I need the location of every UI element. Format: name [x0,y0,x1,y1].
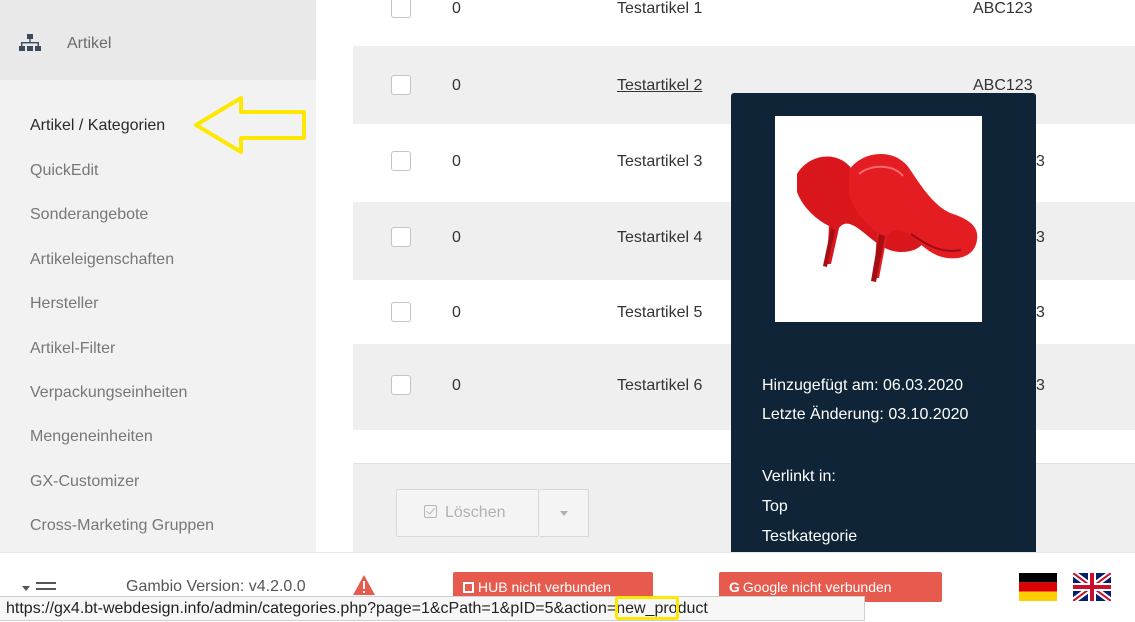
sidebar-item-hersteller[interactable]: Hersteller [30,295,98,313]
row-checkbox[interactable] [391,227,411,247]
delete-button-label: Löschen [445,504,506,521]
row-product-name[interactable]: Testartikel 3 [617,153,702,171]
row-product-code: ABC123 [973,0,1033,17]
share-icon [463,582,474,593]
row-quantity: 0 [452,377,461,394]
bulk-action-dropdown-button[interactable] [540,489,589,537]
row-quantity: 0 [452,0,461,17]
delete-button-body: Löschen [397,490,539,536]
row-product-name[interactable]: Testartikel 1 [617,0,702,18]
highlight-arrow-icon [194,96,306,154]
row-product-name[interactable]: Testartikel 4 [617,229,702,247]
popover-added-date: Hinzugefügt am: 06.03.2020 [762,377,964,394]
popover-linked-heading: Verlinkt in: [762,468,836,485]
google-status-label: Google nicht verbunden [742,579,892,595]
product-image [775,116,982,322]
url-highlight-box [615,596,679,620]
sidebar: Artikel Artikel / Kategorien QuickEdit S… [0,0,316,552]
flag-uk-icon[interactable] [1073,573,1111,601]
row-quantity: 0 [452,304,461,321]
link-url-tooltip: https://gx4.bt-webdesign.info/admin/cate… [0,596,865,621]
sidebar-item-mengeneinheiten[interactable]: Mengeneinheiten [30,428,153,446]
row-checkbox[interactable] [391,151,411,171]
row-product-code: 3 [1036,304,1045,321]
row-quantity: 0 [452,153,461,170]
sitemap-icon [19,34,41,51]
sidebar-item-cross-marketing-gruppen[interactable]: Cross-Marketing Gruppen [30,517,214,535]
sidebar-item-verpackungseinheiten[interactable]: Verpackungseinheiten [30,384,187,402]
row-checkbox[interactable] [391,0,411,18]
sidebar-header-artikel[interactable]: Artikel [0,0,316,80]
row-quantity: 0 [452,229,461,246]
product-preview-popover: Hinzugefügt am: 06.03.2020 Letzte Änderu… [731,93,1036,576]
row-product-code: 3 [1036,377,1045,394]
checkbox-icon [424,505,437,518]
sidebar-item-quickedit[interactable]: QuickEdit [30,162,98,180]
warning-icon[interactable] [352,574,376,596]
sidebar-item-gx-customizer[interactable]: GX-Customizer [30,473,139,491]
sidebar-header-label: Artikel [67,35,112,52]
popover-linked-category: Testkategorie [762,528,858,545]
row-product-code: 3 [1036,229,1045,246]
sidebar-item-artikeleigenschaften[interactable]: Artikeleigenschaften [30,251,174,269]
table-row[interactable]: 0 Testartikel 1 ABC123 [353,0,1135,32]
row-product-name-link[interactable]: Testartikel 2 [617,77,702,95]
row-quantity: 0 [452,77,461,94]
row-product-name[interactable]: Testartikel 5 [617,304,702,322]
popover-linked-category: Top [762,498,788,515]
row-product-name[interactable]: Testartikel 6 [617,377,702,395]
hamburger-menu-icon[interactable] [22,578,58,598]
sidebar-item-artikel-kategorien[interactable]: Artikel / Kategorien [30,117,165,135]
flag-de-icon[interactable] [1019,573,1057,601]
row-checkbox[interactable] [391,302,411,322]
delete-button[interactable]: Löschen [396,489,539,537]
sidebar-item-sonderangebote[interactable]: Sonderangebote [30,206,148,224]
row-checkbox[interactable] [391,75,411,95]
hub-status-label: HUB nicht verbunden [478,579,612,595]
row-checkbox[interactable] [391,375,411,395]
google-icon: G [729,579,740,595]
row-product-code: 3 [1036,153,1045,170]
popover-modified-date: Letzte Änderung: 03.10.2020 [762,406,969,423]
red-shoes-image [797,153,978,282]
version-label: Gambio Version: v4.2.0.0 [126,578,306,595]
sidebar-item-artikel-filter[interactable]: Artikel-Filter [30,340,115,358]
